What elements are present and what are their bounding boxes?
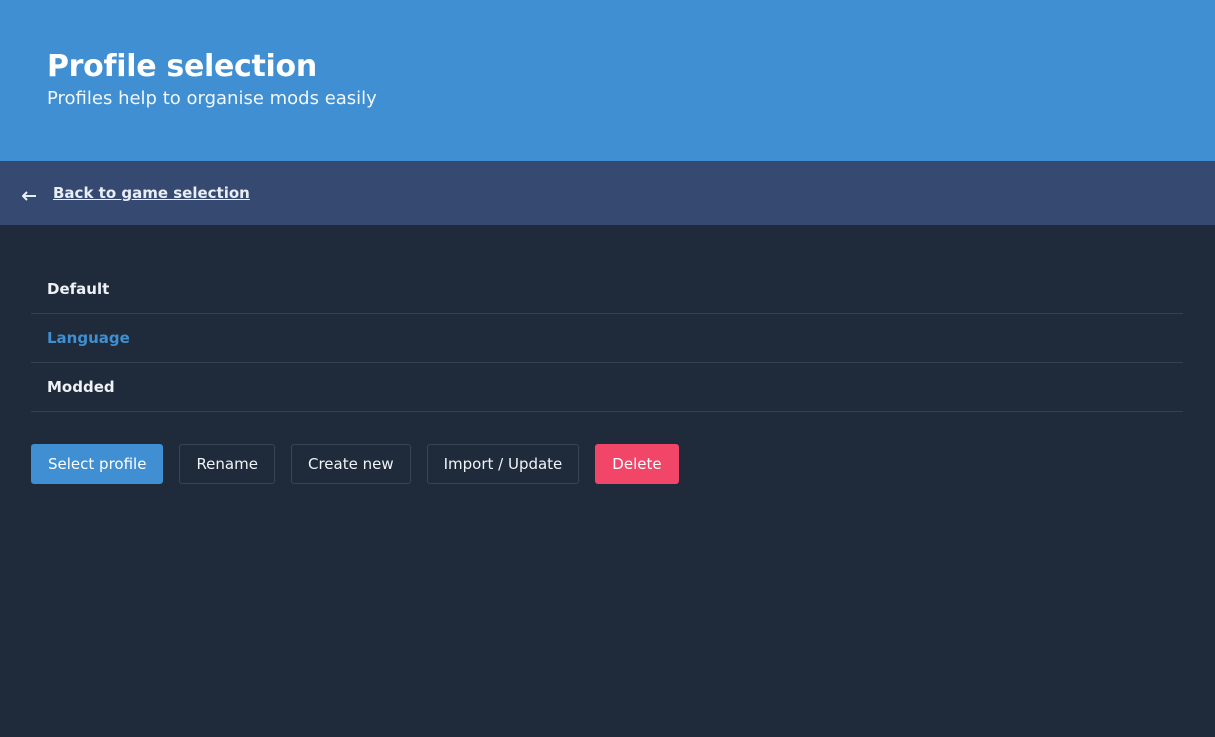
import-update-button[interactable]: Import / Update	[426, 444, 580, 484]
page-header: Profile selection Profiles help to organ…	[0, 0, 1215, 161]
select-profile-button[interactable]: Select profile	[31, 444, 164, 484]
rename-button[interactable]: Rename	[179, 444, 275, 484]
profile-name: Modded	[47, 378, 115, 396]
main-content: Default Language Modded Select profile R…	[0, 225, 1215, 484]
profile-list: Default Language Modded	[31, 265, 1183, 412]
page-title: Profile selection	[47, 49, 317, 84]
profile-actions: Select profile Rename Create new Import …	[31, 444, 1183, 484]
profile-item-default[interactable]: Default	[31, 265, 1183, 314]
page-subtitle: Profiles help to organise mods easily	[47, 88, 377, 109]
navigation-bar: Back to game selection	[0, 161, 1215, 225]
profile-item-language[interactable]: Language	[31, 314, 1183, 363]
delete-button[interactable]: Delete	[595, 444, 679, 484]
profile-name: Default	[47, 280, 110, 298]
profile-item-modded[interactable]: Modded	[31, 363, 1183, 412]
profile-name: Language	[47, 329, 130, 347]
arrow-left-icon[interactable]	[22, 187, 38, 201]
create-new-button[interactable]: Create new	[290, 444, 411, 484]
back-to-game-selection-link[interactable]: Back to game selection	[53, 184, 250, 202]
